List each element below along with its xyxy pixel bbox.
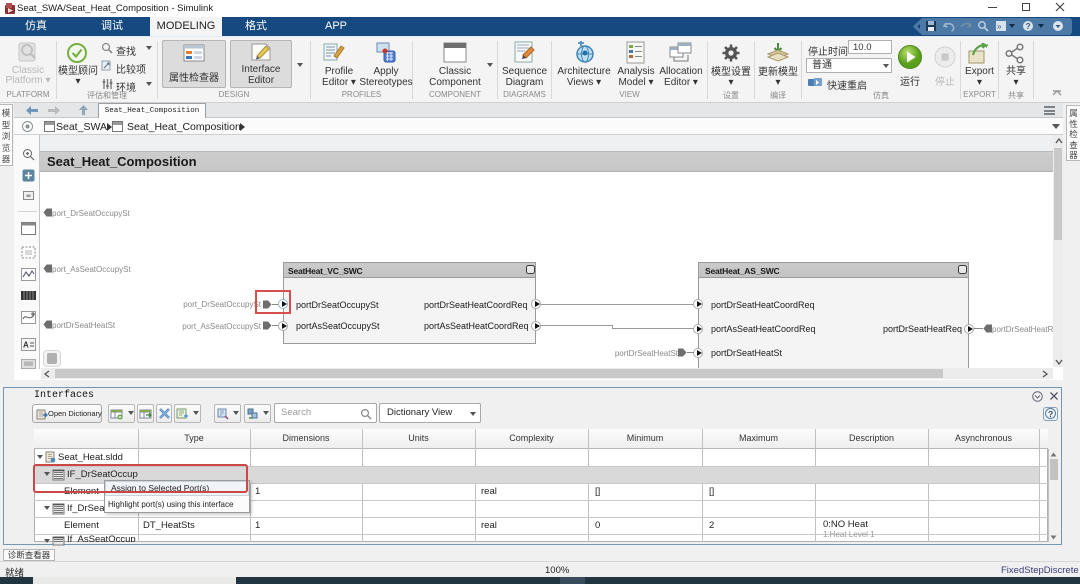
svg-text:?: ? (1026, 21, 1031, 31)
svg-text:?: ? (1048, 409, 1053, 419)
svg-text:A: A (23, 341, 29, 350)
svg-text:»: » (997, 22, 1002, 31)
